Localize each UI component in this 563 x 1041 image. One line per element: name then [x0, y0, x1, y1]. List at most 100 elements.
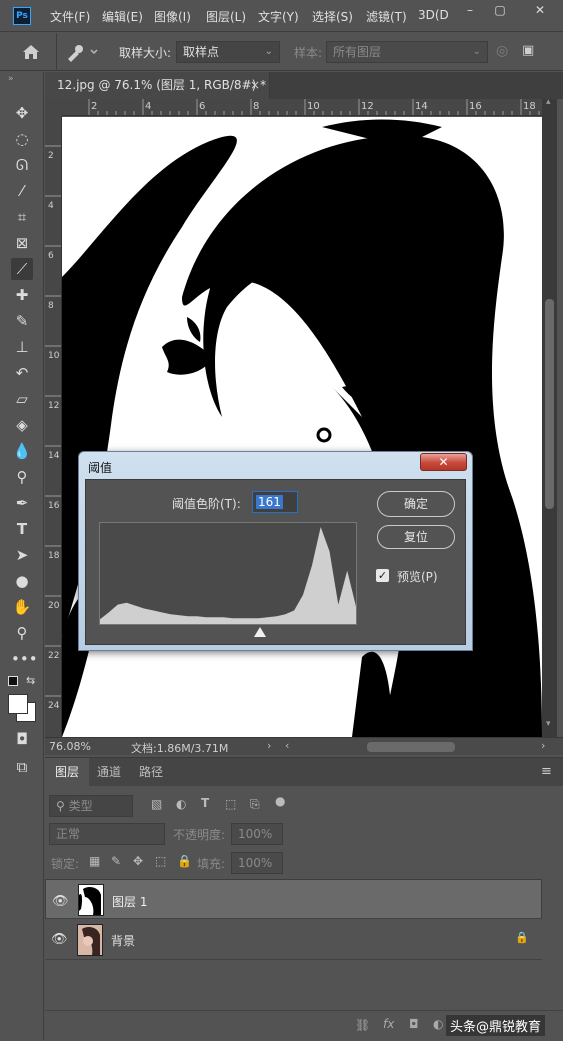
menu-edit[interactable]: 编辑(E): [102, 8, 143, 25]
tab-layers[interactable]: 图层: [45, 758, 90, 786]
horizontal-scroll-thumb[interactable]: [367, 742, 455, 752]
move-tool-icon[interactable]: ✥: [11, 102, 33, 124]
sample-label: 样本:: [294, 46, 323, 60]
zoom-level[interactable]: 76.08%: [49, 740, 91, 753]
magic-wand-tool-icon[interactable]: ⁄: [11, 180, 33, 202]
layer-row-background[interactable]: 👁 背景 🔒: [45, 920, 542, 960]
blend-mode-select[interactable]: 正常: [49, 823, 165, 845]
frame-tool-icon[interactable]: ⊠: [11, 232, 33, 254]
menu-3d[interactable]: 3D(D: [418, 8, 449, 22]
sample-select[interactable]: 所有图层 ⌄: [326, 41, 488, 63]
opacity-input[interactable]: 100%: [231, 823, 283, 845]
sample-size-select[interactable]: 取样点 ⌄: [176, 41, 280, 63]
document-tab[interactable]: 12.jpg @ 76.1% (图层 1, RGB/8#) * ×: [45, 72, 270, 99]
threshold-level-label: 阈值色阶(T):: [172, 497, 241, 511]
maximize-button[interactable]: ▢: [485, 0, 515, 22]
panel-menu-icon[interactable]: ≡: [541, 764, 552, 779]
layer-name[interactable]: 图层 1: [112, 892, 147, 912]
tab-paths[interactable]: 路径: [129, 758, 173, 786]
visibility-eye-icon[interactable]: 👁: [51, 932, 68, 948]
quick-mask-icon[interactable]: ◘: [11, 728, 33, 750]
filter-type-icon[interactable]: T: [201, 796, 209, 810]
type-tool-icon[interactable]: T: [11, 518, 33, 540]
ruler-label: 2: [91, 101, 97, 112]
tab-channels[interactable]: 通道: [87, 758, 131, 786]
chevron-right-icon[interactable]: ›: [267, 739, 271, 752]
foreground-color-swatch[interactable]: [8, 694, 28, 714]
screen-mode-icon[interactable]: ⧉: [11, 756, 33, 778]
lock-position-icon[interactable]: ✥: [133, 854, 143, 868]
blur-tool-icon[interactable]: 💧: [11, 440, 33, 462]
show-sampling-ring-icon[interactable]: ▣: [522, 43, 542, 63]
fx-icon[interactable]: fx: [383, 1017, 394, 1031]
history-brush-tool-icon[interactable]: ↶: [11, 362, 33, 384]
sample-size-value: 取样点: [183, 45, 220, 59]
clone-stamp-tool-icon[interactable]: ⊥: [11, 336, 33, 358]
lock-all-icon[interactable]: 🔒: [177, 854, 192, 868]
layer-row-1[interactable]: 👁 图层 1: [45, 879, 542, 919]
hand-tool-icon[interactable]: ✋: [11, 596, 33, 618]
preview-label: 预览(P): [397, 570, 438, 584]
lock-pixels-icon[interactable]: ✎: [111, 854, 121, 868]
layer-filter-select[interactable]: ⚲ 类型: [49, 795, 133, 817]
eyedropper-tool-icon[interactable]: ⟋: [11, 258, 33, 280]
marquee-tool-icon[interactable]: ◌: [11, 128, 33, 150]
zoom-tool-icon[interactable]: ⚲: [11, 622, 33, 644]
swap-colors-icon[interactable]: ⇆: [26, 674, 35, 687]
layer-name[interactable]: 背景: [111, 932, 135, 949]
sample-all-layers-icon[interactable]: ◎: [496, 43, 516, 63]
threshold-slider-handle[interactable]: [254, 626, 266, 637]
reset-button[interactable]: 复位: [377, 525, 455, 549]
menu-layer[interactable]: 图层(L): [206, 8, 246, 25]
crop-tool-icon[interactable]: ⌗: [11, 206, 33, 228]
visibility-eye-icon[interactable]: 👁: [52, 892, 69, 909]
blend-mode-value: 正常: [56, 827, 81, 841]
ellipse-tool-icon[interactable]: ●: [11, 570, 33, 592]
close-window-button[interactable]: ✕: [525, 0, 555, 22]
scroll-down-icon[interactable]: ▾: [546, 719, 551, 729]
vertical-scroll-thumb[interactable]: [545, 299, 554, 509]
filter-smartobject-icon[interactable]: ⎘: [250, 797, 260, 812]
ruler-label: 10: [307, 101, 320, 112]
scroll-up-icon[interactable]: ▴: [546, 97, 551, 107]
ok-button[interactable]: 确定: [377, 491, 455, 517]
preview-checkbox[interactable]: ✓: [376, 569, 389, 582]
lock-artboard-icon[interactable]: ⬚: [155, 854, 166, 868]
pen-tool-icon[interactable]: ✒: [11, 492, 33, 514]
close-tab-icon[interactable]: ×: [250, 72, 260, 99]
dialog-close-button[interactable]: ✕: [420, 453, 467, 471]
chevron-left-icon[interactable]: ‹: [285, 739, 289, 752]
filter-toggle-icon[interactable]: ●: [275, 794, 285, 808]
collapse-icon[interactable]: »: [8, 74, 14, 84]
home-icon[interactable]: [20, 42, 42, 62]
add-mask-icon[interactable]: ◘: [409, 1017, 419, 1031]
eyedropper-preset-icon[interactable]: [64, 42, 98, 62]
healing-brush-tool-icon[interactable]: ✚: [11, 284, 33, 306]
lock-transparent-icon[interactable]: ▦: [89, 854, 100, 868]
histogram-area: [100, 527, 356, 624]
link-layers-icon[interactable]: ⛓: [355, 1018, 370, 1032]
menu-select[interactable]: 选择(S): [312, 8, 353, 25]
eraser-tool-icon[interactable]: ▱: [11, 388, 33, 410]
menu-image[interactable]: 图像(I): [154, 8, 191, 25]
menu-filter[interactable]: 滤镜(T): [366, 8, 407, 25]
vertical-scrollbar[interactable]: ▴ ▾: [542, 97, 557, 737]
default-colors-icon[interactable]: [8, 676, 18, 686]
fill-input[interactable]: 100%: [231, 852, 283, 874]
menu-type[interactable]: 文字(Y): [258, 8, 299, 25]
brush-tool-icon[interactable]: ✎: [11, 310, 33, 332]
adjustment-layer-icon[interactable]: ◐: [433, 1017, 443, 1031]
filter-shape-icon[interactable]: ⬚: [225, 797, 236, 811]
ruler-label: 14: [415, 101, 428, 112]
filter-image-icon[interactable]: ▧: [151, 797, 162, 811]
path-selection-tool-icon[interactable]: ➤: [11, 544, 33, 566]
minimize-button[interactable]: –: [455, 0, 485, 22]
lasso-tool-icon[interactable]: ᘏ: [11, 154, 33, 176]
paint-bucket-tool-icon[interactable]: ◈: [11, 414, 33, 436]
dodge-tool-icon[interactable]: ⚲: [11, 466, 33, 488]
more-tools-icon[interactable]: •••: [11, 648, 38, 670]
filter-adjustment-icon[interactable]: ◐: [176, 797, 186, 811]
threshold-level-input[interactable]: 161: [252, 491, 298, 513]
menu-file[interactable]: 文件(F): [50, 8, 90, 25]
chevron-right-icon[interactable]: ›: [541, 739, 545, 752]
